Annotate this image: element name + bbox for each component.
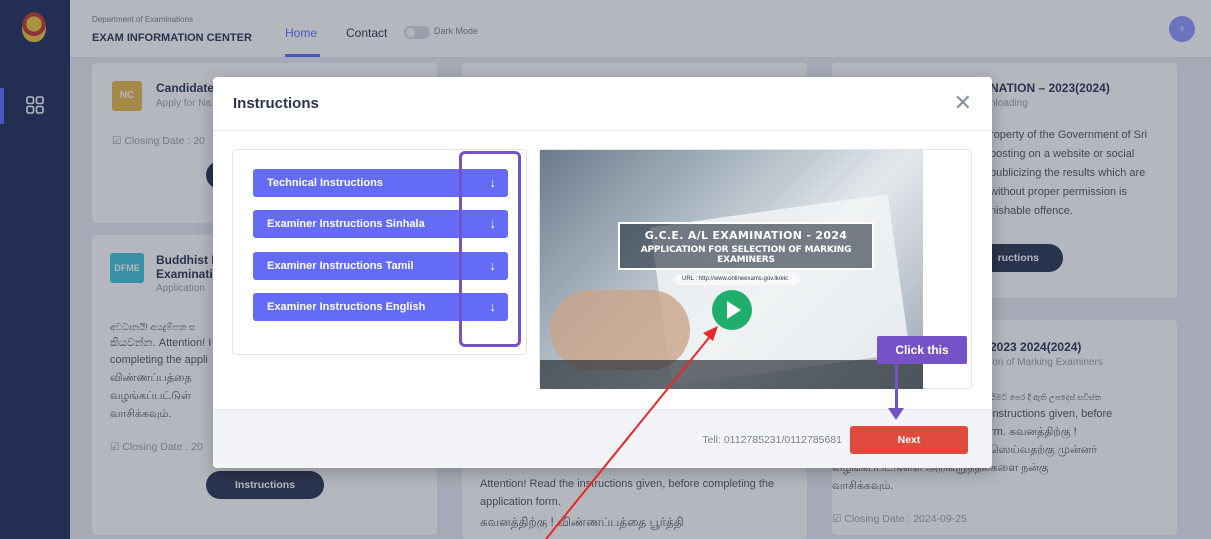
- video-thumbnail[interactable]: G.C.E. A/L EXAMINATION - 2024 APPLICATIO…: [540, 150, 923, 389]
- modal-title: Instructions: [233, 95, 319, 112]
- callout-arrow-head: [888, 408, 904, 420]
- video-url: URL : http://www.onlineexams.gov.lk/eic: [674, 274, 800, 285]
- instruction-label: Examiner Instructions English: [267, 301, 426, 313]
- next-button[interactable]: Next: [850, 426, 968, 454]
- instructions-modal: Instructions ✕ Technical Instructions ↓ …: [213, 77, 992, 468]
- telephone-numbers: Tell: 0112785231/0112785681: [702, 434, 842, 446]
- instruction-label: Examiner Instructions Sinhala: [267, 218, 425, 230]
- video-laptop-graphic: [540, 360, 923, 389]
- instruction-label: Technical Instructions: [267, 177, 383, 189]
- click-this-callout: Click this: [877, 336, 967, 364]
- video-banner-subtitle: APPLICATION FOR SELECTION OF MARKING EXA…: [640, 245, 852, 265]
- close-icon[interactable]: ✕: [954, 92, 972, 114]
- callout-arrow-line: [895, 364, 898, 410]
- modal-divider: [213, 130, 992, 131]
- video-hand-graphic: [550, 290, 690, 370]
- video-banner: G.C.E. A/L EXAMINATION - 2024 APPLICATIO…: [618, 222, 874, 270]
- play-icon[interactable]: [712, 290, 752, 330]
- instruction-label: Examiner Instructions Tamil: [267, 260, 414, 272]
- download-arrows-highlight: [459, 151, 521, 347]
- video-banner-title: G.C.E. A/L EXAMINATION - 2024: [644, 229, 848, 242]
